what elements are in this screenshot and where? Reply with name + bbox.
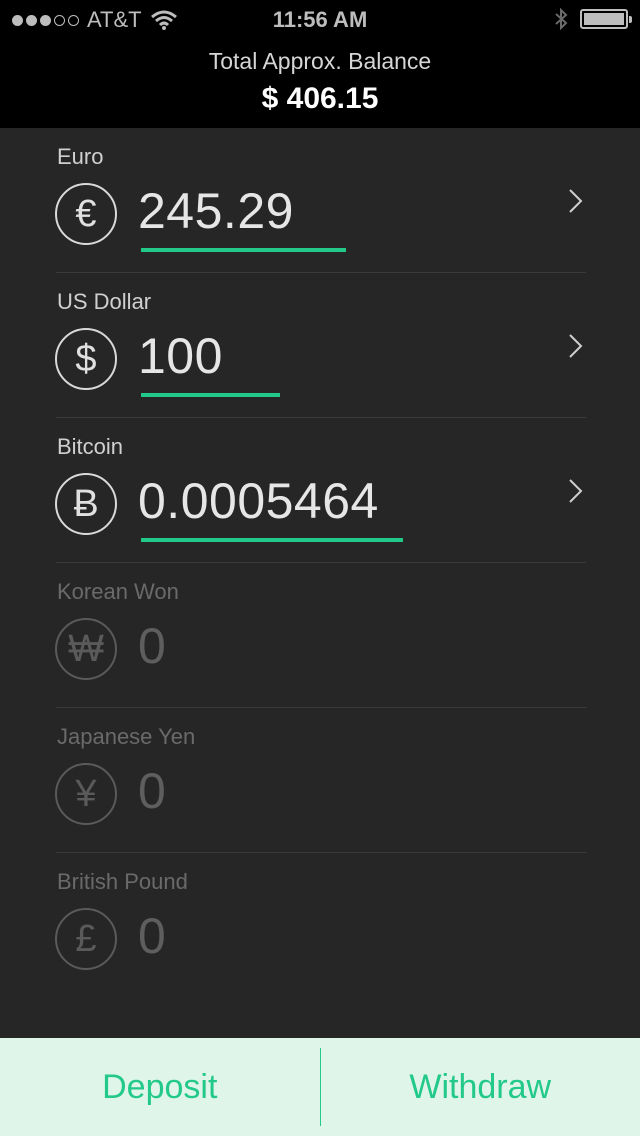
currency-row-us-dollar[interactable]: US Dollar $ 100 [0, 273, 640, 418]
yen-icon: ¥ [55, 763, 117, 825]
bluetooth-icon [555, 8, 568, 30]
bitcoin-icon: Ƀ [55, 473, 117, 535]
action-bar: Deposit Withdraw [0, 1038, 640, 1136]
withdraw-button[interactable]: Withdraw [321, 1038, 640, 1136]
balance-label: Total Approx. Balance [208, 48, 432, 74]
won-icon: ₩ [55, 618, 117, 680]
currency-amount: 245.29 [138, 183, 294, 239]
amount-underline [141, 393, 280, 397]
pound-icon: £ [55, 908, 117, 970]
header: AT&T 11:56 AM Total Approx. Balance $ 40… [0, 0, 640, 128]
currency-name: US Dollar [57, 289, 152, 314]
currency-name: British Pound [57, 869, 188, 894]
currency-name: Euro [57, 144, 104, 169]
dollar-icon: $ [55, 328, 117, 390]
status-time: 11:56 AM [272, 7, 368, 32]
currency-row-japanese-yen[interactable]: Japanese Yen ¥ 0 [0, 708, 640, 853]
currency-amount: 0 [138, 908, 167, 964]
currency-row-british-pound[interactable]: British Pound £ 0 [0, 853, 640, 998]
currency-name: Bitcoin [57, 434, 124, 459]
euro-icon: € [55, 183, 117, 245]
status-right [554, 8, 632, 30]
deposit-button[interactable]: Deposit [0, 1038, 320, 1136]
currency-row-euro[interactable]: Euro € 245.29 [0, 128, 640, 273]
currency-amount: 0 [138, 763, 167, 819]
status-bar: AT&T 11:56 AM [0, 0, 640, 40]
amount-underline [141, 538, 403, 542]
chevron-right-icon [569, 334, 583, 358]
battery-icon [580, 9, 632, 29]
currency-amount: 100 [138, 328, 223, 384]
chevron-right-icon [569, 479, 583, 503]
currency-amount: 0.0005464 [138, 473, 379, 529]
currency-row-korean-won[interactable]: Korean Won ₩ 0 [0, 563, 640, 708]
amount-underline [141, 248, 346, 252]
currency-amount: 0 [138, 618, 167, 674]
currency-name: Japanese Yen [57, 724, 196, 749]
currency-row-bitcoin[interactable]: Bitcoin Ƀ 0.0005464 [0, 418, 640, 563]
currency-name: Korean Won [57, 579, 179, 604]
chevron-right-icon [569, 189, 583, 213]
balance-value: $ 406.15 [261, 82, 379, 115]
